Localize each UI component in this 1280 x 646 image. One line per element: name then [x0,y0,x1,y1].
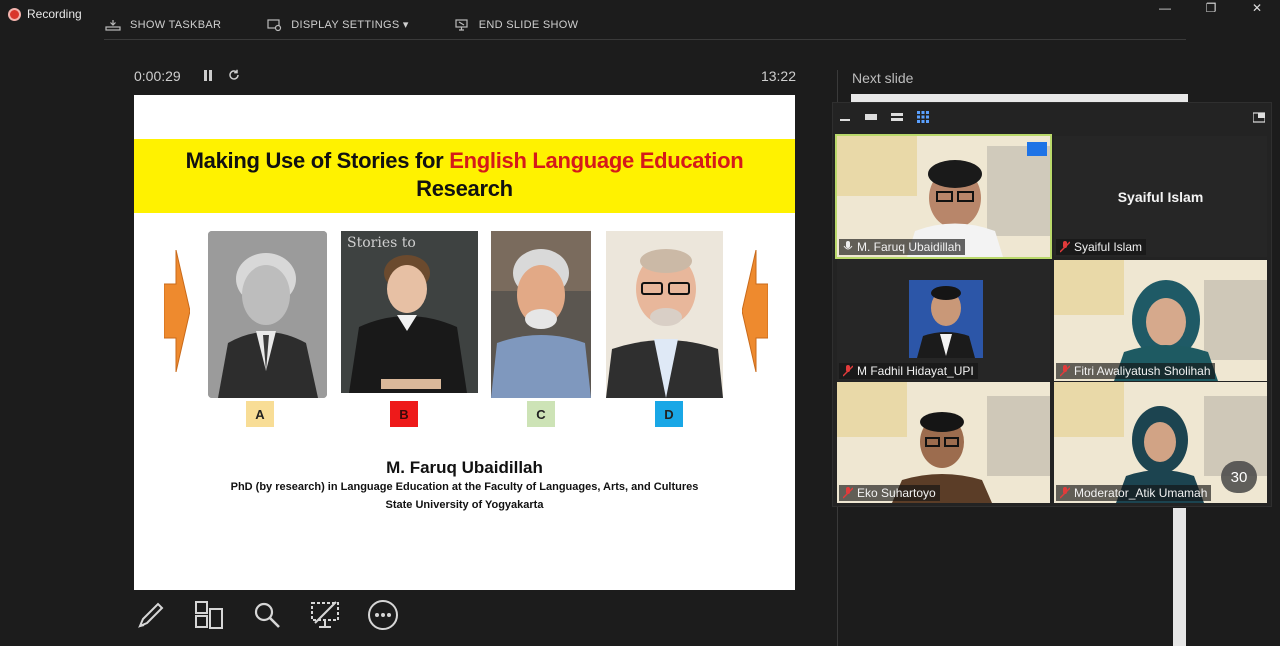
strip-view-icon[interactable] [891,111,903,123]
display-settings-label: DISPLAY SETTINGS ▾ [291,19,409,31]
portrait-c-image [491,231,591,398]
show-taskbar-label: SHOW TASKBAR [130,18,222,31]
presenter-affiliation: PhD (by research) in Language Education … [230,481,699,493]
portrait-b-image: Stories to [341,231,478,393]
mic-muted-icon [1060,487,1070,499]
left-arrow-shape [742,250,768,372]
zoom-button[interactable] [250,598,284,632]
participant-name-6: Moderator_Atik Umamah [1056,485,1212,501]
pause-timer-button[interactable] [195,69,221,84]
restart-timer-button[interactable] [221,69,247,84]
portrait-a [208,231,327,398]
slide-title-part1: Making Use of Stories for [185,148,450,173]
participant-label-5: Eko Suhartoyo [857,486,936,500]
participant-name-1: M. Faruq Ubaidillah [839,239,966,255]
call-top-bar [833,103,1273,131]
slide-tools [134,598,400,632]
mic-muted-icon [843,365,853,377]
recording-label: Recording [27,7,82,21]
participant-label-2: Syaiful Islam [1074,240,1143,254]
participant-tile-4[interactable]: Fitri Awaliyatush Sholihah [1054,260,1267,381]
black-screen-button[interactable] [308,598,342,632]
slide-title-highlight: English Language Education [449,148,744,173]
slide-title-line2: Research [416,176,513,201]
mic-muted-icon [843,487,853,499]
restart-icon [228,69,239,80]
video-call-window: M. Faruq Ubaidillah Syaiful Islam Syaifu… [832,102,1272,507]
portrait-d-image [606,231,723,398]
end-slide-show-button[interactable]: END SLIDE SHOW [453,18,579,32]
close-button[interactable]: ✕ [1234,0,1280,16]
presenter-name: M. Faruq Ubaidillah [386,458,543,477]
right-arrow-shape [164,250,190,372]
minimize-call-icon[interactable] [839,111,851,123]
chalkboard-text: Stories to [347,235,416,251]
label-b: B [390,401,418,427]
see-all-slides-icon [195,601,223,629]
taskbar-icon [105,19,121,31]
pen-icon [138,602,164,628]
current-time: 13:22 [760,68,796,84]
mic-on-icon [843,241,853,250]
exit-fullscreen-icon[interactable] [1253,111,1265,123]
participant-label-4: Fitri Awaliyatush Sholihah [1074,364,1211,378]
pen-tool-button[interactable] [134,598,168,632]
label-a: A [246,401,274,427]
end-show-icon [455,18,468,31]
participant-tile-1[interactable]: M. Faruq Ubaidillah [835,134,1052,259]
presenter-view: Recording — ❐ ✕ SHOW TASKBAR DISPLAY SET… [0,0,1280,646]
pause-icon [203,69,212,81]
label-c: C [527,401,555,427]
portrait-b: Stories to [341,231,478,393]
participant-label-6: Moderator_Atik Umamah [1074,486,1208,500]
mic-muted-icon [1060,365,1070,377]
black-screen-icon [311,601,339,628]
presenter-toolbar: SHOW TASKBAR DISPLAY SETTINGS ▾ END SLID… [104,10,1186,40]
slide-title-line1: Making Use of Stories for English Langua… [134,147,795,175]
restore-button[interactable]: ❐ [1188,0,1234,16]
participant-count-badge[interactable]: 30 [1221,461,1257,493]
notes-scrollbar[interactable] [1173,508,1186,646]
participant-label-3: M Fadhil Hidayat_UPI [857,364,974,378]
participant-name-2: Syaiful Islam [1056,239,1147,255]
participant-label-1: M. Faruq Ubaidillah [857,240,962,254]
label-d: D [655,401,683,427]
show-taskbar-button[interactable]: SHOW TASKBAR [104,18,221,32]
participant-tile-5[interactable]: Eko Suhartoyo [837,382,1050,503]
current-slide[interactable]: Making Use of Stories for English Langua… [134,95,795,590]
zoom-icon [254,602,280,628]
display-settings-button[interactable]: DISPLAY SETTINGS ▾ [265,18,409,32]
display-settings-icon [267,18,282,31]
timer-row: 0:00:29 13:22 [134,68,796,84]
end-slide-show-label: END SLIDE SHOW [478,18,579,31]
participant-name-3: M Fadhil Hidayat_UPI [839,363,978,379]
gallery-view-icon[interactable] [917,111,929,123]
participant-tile-2[interactable]: Syaiful Islam Syaiful Islam [1054,136,1267,257]
more-options-icon [368,600,398,630]
record-dot-icon [8,7,21,21]
recording-indicator[interactable]: Recording [8,7,82,21]
participant-name-5: Eko Suhartoyo [839,485,940,501]
more-options-button[interactable] [366,598,400,632]
participant-tile-3[interactable]: M Fadhil Hidayat_UPI [837,260,1050,381]
slide-title-banner: Making Use of Stories for English Langua… [134,139,795,213]
portrait-a-image [208,231,327,398]
speaker-view-icon[interactable] [865,111,877,123]
see-all-slides-button[interactable] [192,598,226,632]
mic-muted-icon [1060,241,1070,253]
portrait-d [606,231,723,398]
elapsed-timer: 0:00:29 [134,68,181,84]
presenter-university: State University of Yogyakarta [385,499,544,511]
participant-name-4: Fitri Awaliyatush Sholihah [1056,363,1215,379]
portrait-c [491,231,591,398]
next-slide-label: Next slide [852,70,914,86]
